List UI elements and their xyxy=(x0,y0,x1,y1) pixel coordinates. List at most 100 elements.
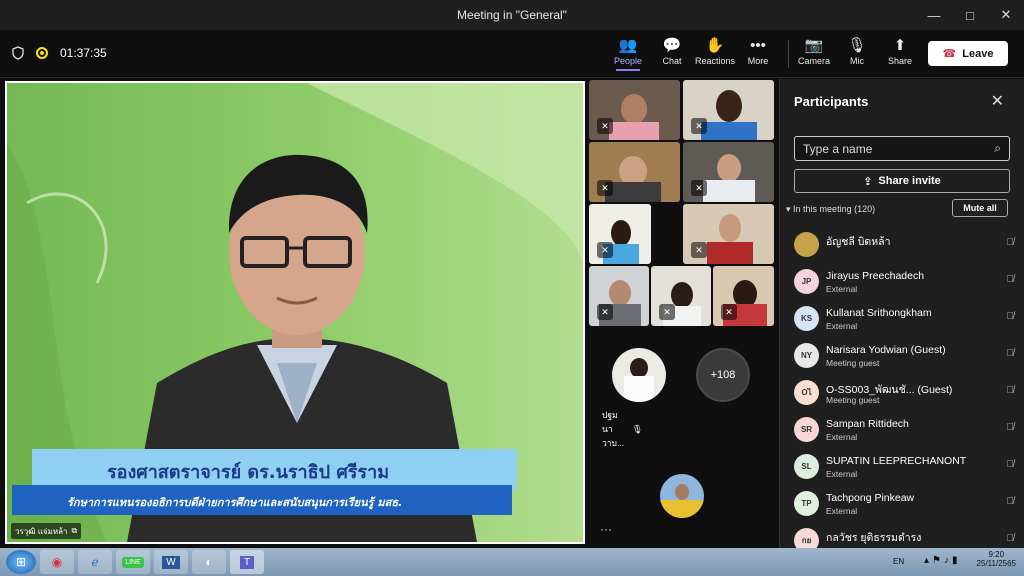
taskbar-teams[interactable]: T xyxy=(230,550,264,574)
close-icon[interactable]: ✕ xyxy=(991,91,1004,111)
windows-taskbar: ⊞ ◉ ℯ LINE W ◐ T EN ▴⚑♪▮ 9:20 25/11/2565 xyxy=(0,548,1024,576)
avatar: KS xyxy=(794,306,819,331)
recording-indicator-icon xyxy=(36,47,48,59)
mic-off-icon[interactable]: 🎙̸ xyxy=(1007,237,1015,248)
maximize-button[interactable]: □ xyxy=(952,0,988,30)
window-controls: — □ ✕ xyxy=(916,0,1024,30)
more-label: More xyxy=(747,56,769,66)
participant-row[interactable]: TP Tachpong Pinkeaw External 🎙̸ xyxy=(794,486,1014,523)
mic-off-icon: ✕ xyxy=(691,242,707,258)
teams-icon: T xyxy=(239,555,255,569)
mic-off-icon: ✕ xyxy=(659,304,675,320)
chat-icon: 💬 xyxy=(662,37,682,54)
window-title: Meeting in "General" xyxy=(457,8,567,22)
video-tile[interactable]: ✕ xyxy=(683,204,774,264)
participant-row[interactable]: KS Kullanat Srithongkham External 🎙̸ xyxy=(794,301,1014,338)
mic-off-icon[interactable]: 🎙̸ xyxy=(1007,385,1015,396)
participant-role: Meeting guest xyxy=(826,358,880,368)
presenter-name-tag: วรวุฒิ แจ่มหล้า ⧉ xyxy=(11,523,82,539)
mic-off-icon: 🎙 xyxy=(632,423,643,434)
avatar: SR xyxy=(794,417,819,442)
video-tile[interactable]: ✕ xyxy=(713,266,774,326)
people-button[interactable]: 👥 People xyxy=(608,36,648,71)
more-options-icon[interactable]: ··· xyxy=(600,522,612,536)
taskbar-chrome[interactable]: ◉ xyxy=(40,550,74,574)
participant-name: Kullanat Srithongkham xyxy=(826,307,932,319)
title-bar: Meeting in "General" — □ ✕ xyxy=(0,0,1024,30)
avatar-initials: KS xyxy=(800,314,813,323)
clock[interactable]: 9:20 25/11/2565 xyxy=(977,550,1016,568)
mute-all-button[interactable]: Mute all xyxy=(952,199,1008,217)
avatar-initials: JP xyxy=(801,277,812,286)
clock-date: 25/11/2565 xyxy=(976,559,1016,568)
avatar: TP xyxy=(794,491,819,516)
chevron-down-icon: ▾ xyxy=(786,204,791,214)
in-meeting-section-toggle[interactable]: ▾ In this meeting (120) xyxy=(786,204,875,215)
video-tile[interactable]: ✕ xyxy=(683,80,774,140)
main-speaker-video[interactable]: รองศาสตราจารย์ ดร.นราธิป ศรีราม รักษาการ… xyxy=(5,81,585,544)
participant-row[interactable]: Oไ O-SS003_พัฒนชั... (Guest) Meeting guest… xyxy=(794,375,1014,412)
minimize-button[interactable]: — xyxy=(916,0,952,30)
mic-off-icon: ✕ xyxy=(597,242,613,258)
participant-bubble[interactable] xyxy=(660,474,704,518)
mic-off-icon[interactable]: 🎙̸ xyxy=(1007,459,1015,470)
start-button[interactable]: ⊞ xyxy=(6,550,36,574)
chat-label: Chat xyxy=(662,56,682,66)
overflow-count: +108 xyxy=(710,369,736,381)
mute-all-label: Mute all xyxy=(963,203,997,213)
mic-button[interactable]: 🎙 Mic xyxy=(837,36,877,66)
leave-button[interactable]: ☎ Leave xyxy=(928,41,1008,66)
mic-off-icon[interactable]: 🎙̸ xyxy=(1007,274,1015,285)
caption-subtitle: รักษาการแทนรองอธิการบดีฝ่ายการศึกษาและสน… xyxy=(67,496,403,509)
language-indicator[interactable]: EN xyxy=(893,557,904,566)
video-tile[interactable]: ✕ xyxy=(589,204,651,264)
avatar: NY xyxy=(794,343,819,368)
participant-row[interactable]: NY Narisara Yodwian (Guest) Meeting guest 🎙… xyxy=(794,338,1014,375)
toolbar-divider xyxy=(788,40,789,68)
system-tray-icons[interactable]: ▴⚑♪▮ xyxy=(924,555,961,566)
app-icon: ◐ xyxy=(205,555,213,569)
participant-row[interactable]: SL SUPATIN LEEPRECHANONT External 🎙̸ xyxy=(794,449,1014,486)
video-tile[interactable]: ✕ xyxy=(589,266,649,326)
participant-row[interactable]: อัญชลี บิดหล้า 🎙̸ xyxy=(794,227,1014,264)
meeting-timer: 01:37:35 xyxy=(60,46,107,60)
more-button[interactable]: ••• More xyxy=(738,36,778,66)
taskbar-word[interactable]: W xyxy=(154,550,188,574)
reactions-button[interactable]: ✋ Reactions xyxy=(695,36,735,66)
close-window-button[interactable]: ✕ xyxy=(988,0,1024,30)
participant-row[interactable]: JP Jirayus Preechadech External 🎙̸ xyxy=(794,264,1014,301)
participant-row[interactable]: SR Sampan Rittidech External 🎙̸ xyxy=(794,412,1014,449)
mic-off-icon[interactable]: 🎙̸ xyxy=(1007,496,1015,507)
video-tile[interactable]: ✕ xyxy=(683,142,774,202)
video-tile[interactable]: ✕ xyxy=(589,142,680,202)
avatar: SL xyxy=(794,454,819,479)
mic-off-icon[interactable]: 🎙̸ xyxy=(1007,311,1015,322)
camera-label: Camera xyxy=(797,56,830,66)
mic-off-icon: ✕ xyxy=(597,118,613,134)
mic-off-icon[interactable]: 🎙̸ xyxy=(1007,422,1015,433)
taskbar-line[interactable]: LINE xyxy=(116,550,150,574)
share-invite-button[interactable]: ⇪ Share invite xyxy=(794,169,1010,193)
presenter-name: วรวุฒิ แจ่มหล้า xyxy=(15,526,68,536)
avatar-initials: SR xyxy=(800,425,813,434)
mic-off-icon[interactable]: 🎙̸ xyxy=(1007,533,1015,544)
mic-off-icon[interactable]: 🎙̸ xyxy=(1007,348,1015,359)
video-tile[interactable]: ✕ xyxy=(651,266,711,326)
share-button[interactable]: ⬆ Share xyxy=(880,36,920,66)
taskbar-app[interactable]: ◐ xyxy=(192,550,226,574)
participant-bubble[interactable] xyxy=(612,348,666,402)
phone-hangup-icon: ☎ xyxy=(942,48,957,60)
avatar: Oไ xyxy=(794,380,819,405)
camera-button[interactable]: 📷 Camera xyxy=(794,36,834,66)
overflow-participants-button[interactable]: +108 xyxy=(696,348,750,402)
in-meeting-count: In this meeting (120) xyxy=(793,204,876,214)
avatar-initials: กย xyxy=(801,536,812,545)
chat-button[interactable]: 💬 Chat xyxy=(652,36,692,66)
pin-icon: ⧉ xyxy=(71,526,78,535)
participant-role: External xyxy=(826,432,858,442)
people-icon: 👥 xyxy=(618,37,638,54)
video-tile[interactable]: ✕ xyxy=(589,80,680,140)
search-input[interactable]: Type a name ⌕ xyxy=(794,136,1010,161)
chrome-icon: ◉ xyxy=(51,555,63,569)
taskbar-ie[interactable]: ℯ xyxy=(78,550,112,574)
